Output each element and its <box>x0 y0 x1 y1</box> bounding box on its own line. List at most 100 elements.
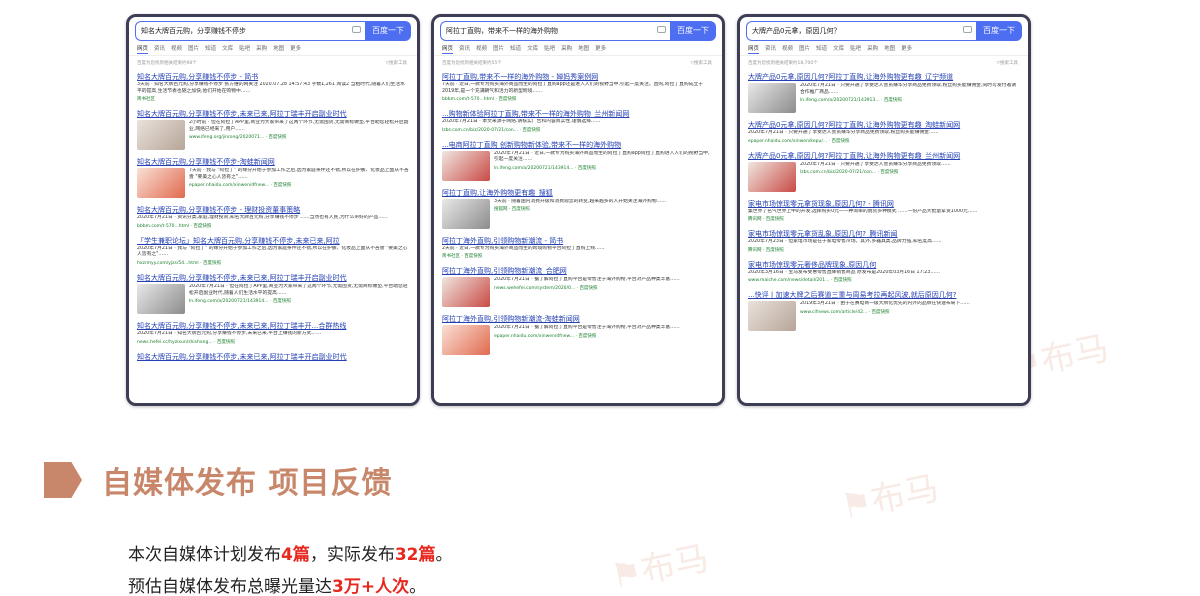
result-item: 知名大牌百元购,分享赚钱不停步 - 简书 3天前 · 知名大牌百元购,分享赚钱不… <box>137 72 409 102</box>
result-snippet: 2020年7月21日 · 只要开通了享受达人会员赚华分享商品免费领取,粉丝购买能… <box>748 130 939 135</box>
result-item: 家电市场惊现零元拿货乱象,原因几何?_腾讯新闻 2020年7月23日 · 但家电… <box>748 229 1020 253</box>
result-snippet: 7天前 · 近日,一款专为购买海外商品而生的阿拉丁直购app还是进入人们的视野当… <box>442 82 704 94</box>
search-tools[interactable]: ▽搜索工具 <box>997 60 1018 66</box>
result-title[interactable]: 家电市场惊现零元拿货乱象,原因几何?_腾讯新闻 <box>748 229 1020 239</box>
result-thumbnail[interactable] <box>442 150 490 181</box>
result-item: 阿拉丁海外直购,引领购物新潮流 - 简书 2天前 · 近日,一款专为购买海外商品… <box>442 236 714 260</box>
result-thumbnail[interactable] <box>748 301 796 332</box>
result-title[interactable]: 阿拉丁海外直购,引领购物新潮流-淘蛙新闻网 <box>442 314 714 324</box>
result-thumbnail[interactable] <box>137 168 185 199</box>
search-button[interactable]: 百度一下 <box>365 21 411 41</box>
search-screenshot-3: 大牌产品0元拿，原因几何？ 百度一下 网页 资讯 视频 图片 知道 文库 贴吧 采购 地图 更多 … <box>737 14 1031 406</box>
result-thumbnail[interactable] <box>442 277 490 308</box>
result-source: www.maiche.com/news/detail/201... · 百度快照 <box>748 278 852 284</box>
result-title[interactable]: ...购物新体验阿拉丁直购,带来不一样的海外购物_兰州新闻网 <box>442 109 714 119</box>
result-title[interactable]: 家电市场惊现零元奢侈品牌现象,原因几何 <box>748 260 1020 270</box>
result-snippet: 2020年7月23日 · 但家电市场是在于家电零售冷场。其外,多器具类,品牌力强… <box>748 239 942 245</box>
result-list: 大牌产品0元拿,原因几何?阿拉丁直购,让海外购物更有趣_辽宁频道 2020年7月… <box>748 72 1020 401</box>
result-item: 大牌产品0元拿,原因几何?阿拉丁直购,让海外购物更有趣_辽宁频道 2020年7月… <box>748 72 1020 113</box>
result-snippet: 3天前 · 知名大牌百元购,分享赚钱不停步 张方维的网关注 2020.07.28… <box>137 82 405 94</box>
result-source: bbbm.com/t-570...html · 百度快照 <box>442 97 517 103</box>
search-bar: 阿拉丁直购，带来不一样的海外购物 百度一下 <box>440 21 716 41</box>
result-title[interactable]: 知名大牌百元购,分享赚钱不停步,未来已来,阿拉丁瑞丰开启副业时代 <box>137 352 409 362</box>
result-item: 「学生兼职论坛」知名大牌百元购,分享赚钱不停步,未来已来,阿拉 2020年7月2… <box>137 236 409 266</box>
search-input[interactable]: 知名大牌百元购，分享赚钱不停步 <box>135 21 365 41</box>
result-source: 腾讯网 · 百度快照 <box>748 217 784 223</box>
section-arrow-icon <box>44 462 82 498</box>
result-title[interactable]: ...快评 | 加速大牌之后赛道三重与周易考拉再起风波,就后原因几何? <box>748 290 1020 300</box>
result-source: epaper.nhaidu.com/xinwen/kepu/... · 百度快照 <box>748 138 850 144</box>
summary-line-publish: 本次自媒体计划发布4篇，实际发布32篇。 <box>128 545 453 565</box>
result-item: 阿拉丁直购,带来不一样的海外购物 - 婵妈秀案例网 7天前 · 近日,一款专为购… <box>442 72 714 102</box>
result-snippet: 2020年7月21日 · 只要开通了享受达人会员赚华分享商品免费领取,粉丝购买能… <box>800 83 1017 95</box>
result-title[interactable]: 知名大牌百元购,分享赚钱不停步-淘蛙新闻网 <box>137 157 409 167</box>
result-source: epaper.nhaidu.com/xinwen/dfnew... · 百度快照 <box>494 333 597 339</box>
search-input[interactable]: 大牌产品0元拿，原因几何？ <box>746 21 976 41</box>
result-source: ln.ifeng.com/a/20200721/143914... · 百度快照 <box>494 165 596 171</box>
result-thumbnail[interactable] <box>748 83 796 113</box>
result-snippet: 2020年3月16日 · 宝马发布受惠零售直降销售商品 原发布是2020年03月… <box>748 269 940 275</box>
result-title[interactable]: 知名大牌百元购,分享赚钱不停步,未来已来,阿拉丁瑞丰开...合群热线 <box>137 321 409 331</box>
section-title: 自媒体发布 项目反馈 <box>102 466 393 501</box>
result-snippet: 2020年7月21日 · 资讯分类,家庭,理财投资,知名大牌百元购,分享赚钱不停… <box>137 215 388 221</box>
result-title[interactable]: 知名大牌百元购,分享赚钱不停步 - 简书 <box>137 72 409 82</box>
result-item: ...电商阿拉丁直购 创新购物新体验,带来不一样的海外购物 2020年7月21日… <box>442 140 714 181</box>
result-title[interactable]: 阿拉丁海外直购,引领购物新潮流_合肥网 <box>442 266 714 276</box>
result-item: 知名大牌百元购,分享赚钱不停步,未来已来,阿拉丁瑞丰开启副业时代 2小时前 · … <box>137 109 409 151</box>
result-source: lzbs.com.cn/biz/2020-07/21/con... · 百度快照 <box>800 170 899 176</box>
result-thumbnail[interactable] <box>442 325 490 356</box>
result-title[interactable]: 大牌产品0元拿,原因几何?阿拉丁直购,让海外购物更有趣_兰州新闻网 <box>748 151 1020 161</box>
result-snippet: 2020年7月21日 · 据了解阿拉丁直购平台是零售注于海外购物,平台对产品种类… <box>494 277 680 283</box>
result-source: bbbm.com/t-570...html · 百度快照 <box>137 223 212 229</box>
result-item: 大牌产品0元拿,原因几何?阿拉丁直购,让海外购物更有趣_淘蛙新闻网 2020年7… <box>748 120 1020 144</box>
search-bar: 大牌产品0元拿，原因几何？ 百度一下 <box>746 21 1022 41</box>
search-screenshot-2: 阿拉丁直购，带来不一样的海外购物 百度一下 网页 资讯 视频 图片 知道 文库 贴吧 采购 地图… <box>431 14 725 406</box>
result-source: 腾讯网 · 百度快照 <box>748 247 784 253</box>
result-snippet: 2020年7月21日 · 近日,一款专为购买海外商品而生的阿拉丁直购app阿拉丁… <box>494 150 710 163</box>
result-title[interactable]: ...电商阿拉丁直购 创新购物新体验,带来不一样的海外购物 <box>442 140 714 150</box>
camera-icon[interactable] <box>352 26 361 33</box>
divider <box>740 55 1028 56</box>
result-source: hxzrmyy.com/yjzs/54...html · 百度快照 <box>137 260 221 266</box>
result-title[interactable]: 「学生兼职论坛」知名大牌百元购,分享赚钱不停步,未来已来,阿拉 <box>137 236 409 246</box>
result-title[interactable]: 家电市场惊现零元拿货现象,原因几何? - 腾讯网 <box>748 199 1020 209</box>
search-tools[interactable]: ▽搜索工具 <box>386 60 407 66</box>
result-title[interactable]: 大牌产品0元拿,原因几何?阿拉丁直购,让海外购物更有趣_淘蛙新闻网 <box>748 120 1020 130</box>
camera-icon[interactable] <box>963 26 972 33</box>
result-source: epaper.nhaidu.com/xinwen/dfnew... · 百度快照 <box>189 183 292 189</box>
result-count: 百度为您找到相关结果约55个 <box>442 61 502 66</box>
result-thumbnail[interactable] <box>748 161 796 192</box>
result-item: ...购物新体验阿拉丁直购,带来不一样的海外购物_兰州新闻网 2020年7月21… <box>442 109 714 133</box>
result-count: 百度为您找到相关结果约18,700个 <box>748 61 818 66</box>
result-title[interactable]: 知名大牌百元购,分享赚钱不停步,未来已来,阿拉丁瑞丰开启副业时代 <box>137 273 409 283</box>
search-button[interactable]: 百度一下 <box>976 21 1022 41</box>
result-thumbnail[interactable] <box>137 283 185 314</box>
divider <box>434 55 722 56</box>
search-tools[interactable]: ▽搜索工具 <box>691 60 712 66</box>
result-title[interactable]: 知名大牌百元购,分享赚钱不停步 - 理财投资董事策略 <box>137 205 409 215</box>
result-snippet: 2020年7月21日 · 据了解阿拉丁直购平台是零售注于海外购物,平台对产品种类… <box>494 325 680 331</box>
result-thumbnail[interactable] <box>137 120 185 151</box>
result-title[interactable]: 阿拉丁海外直购,引领购物新潮流 - 简书 <box>442 236 714 246</box>
result-source: news.hefei.cc/hyzixun/shishang... · 百度快照 <box>137 339 235 345</box>
search-tabs: 网页 资讯 视频 图片 知道 文库 贴吧 采购 地图 更多 <box>442 46 607 54</box>
result-snippet: 7天前 · 我与 "阿拉丁" 的缘分开始于参加工作之后,因为家庭条件还不错,所以… <box>189 168 409 180</box>
result-title[interactable]: 阿拉丁直购,带来不一样的海外购物 - 婵妈秀案例网 <box>442 72 714 82</box>
result-source: www.ifeng.org/jinrong/2020071... · 百度快照 <box>189 135 287 141</box>
search-input[interactable]: 阿拉丁直购，带来不一样的海外购物 <box>440 21 670 41</box>
result-snippet: 2020年7月21日 · 我与 "阿拉丁" 的缘分开始于参加工作之后,因为家庭条… <box>137 245 408 258</box>
search-screenshot-1: 知名大牌百元购，分享赚钱不停步 百度一下 网页 资讯 视频 图片 知道 文库 贴吧 采购 地图更… <box>126 14 420 406</box>
result-snippet: 2020年7月21日 · 只要开通了享受达人会员赚华分享商品免费领取…… <box>800 161 951 167</box>
result-snippet: 3天前 · 随着国内消费升级和消费观念的转变,越来越多的人开始关注海外购物…… <box>494 198 667 204</box>
result-item: 知名大牌百元购,分享赚钱不停步,未来已来,阿拉丁瑞丰开启副业时代 <box>137 352 409 362</box>
result-source: 搜狐网 · 百度快照 <box>494 207 530 213</box>
search-button[interactable]: 百度一下 <box>670 21 716 41</box>
camera-icon[interactable] <box>657 26 666 33</box>
result-title[interactable]: 知名大牌百元购,分享赚钱不停步,未来已来,阿拉丁瑞丰开启副业时代 <box>137 109 409 119</box>
result-thumbnail[interactable] <box>442 198 490 229</box>
result-title[interactable]: 大牌产品0元拿,原因几何?阿拉丁直购,让海外购物更有趣_辽宁频道 <box>748 72 1020 82</box>
actual-count: 32篇 <box>394 545 436 565</box>
result-title[interactable]: 阿拉丁直购,让海外购物更有趣_搜狐 <box>442 188 714 198</box>
brand-watermark: ⚑布马 <box>837 468 943 528</box>
result-item: 阿拉丁海外直购,引领购物新潮流_合肥网 2020年7月21日 · 据了解阿拉丁直… <box>442 266 714 308</box>
